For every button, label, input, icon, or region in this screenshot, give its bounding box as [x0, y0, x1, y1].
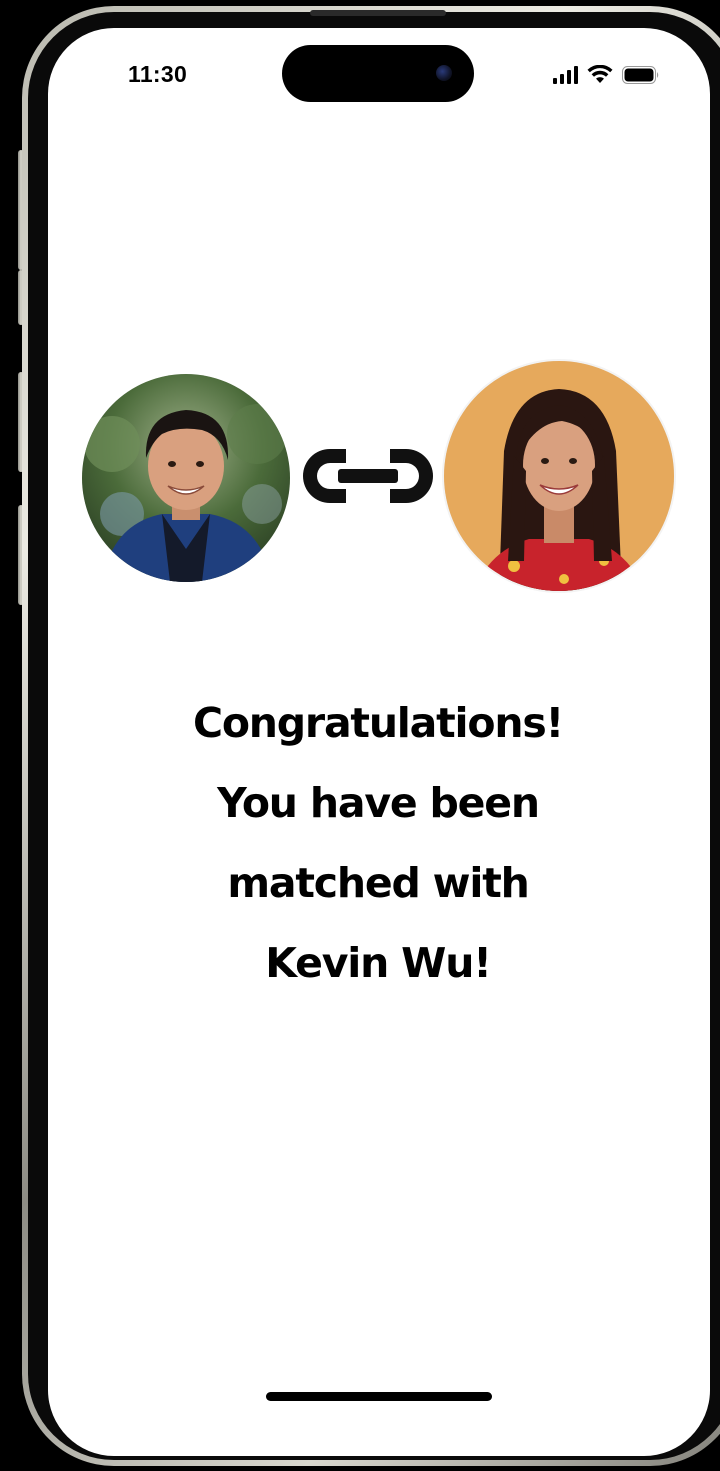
cellular-signal-icon	[553, 66, 578, 84]
earpiece-speaker	[310, 10, 446, 16]
wifi-icon	[587, 65, 613, 83]
message-line: Congratulations!	[192, 699, 564, 747]
status-time: 11:30	[128, 61, 188, 87]
message-line: You have been	[217, 779, 540, 827]
screen: 11:30 Congratulations! You have been mat…	[48, 28, 710, 1456]
message-line: matched with	[227, 859, 529, 907]
man-profile-photo	[82, 374, 290, 582]
battery-icon	[622, 66, 659, 84]
home-indicator[interactable]	[266, 1392, 492, 1401]
message-line: Kevin Wu!	[265, 939, 492, 987]
link-icon	[303, 449, 433, 503]
woman-profile-photo	[444, 361, 674, 591]
status-icons	[553, 64, 660, 84]
dynamic-island	[282, 45, 474, 102]
match-message: Congratulations! You have been matched w…	[158, 683, 598, 1003]
phone-mockup: 11:30 Congratulations! You have been mat…	[0, 0, 720, 1471]
front-camera-icon	[436, 65, 452, 81]
